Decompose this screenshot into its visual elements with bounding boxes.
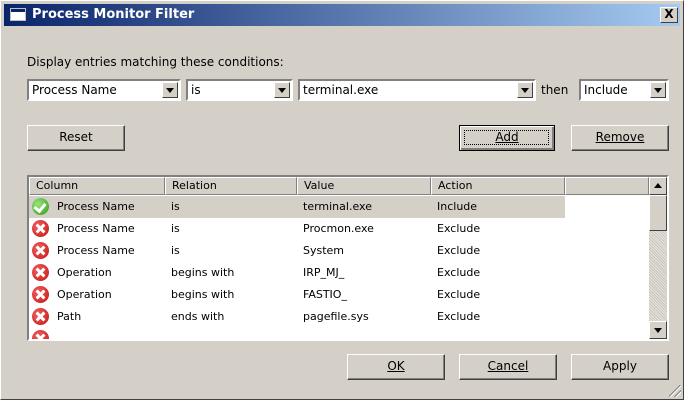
scroll-up-icon[interactable] <box>649 177 667 195</box>
window-icon <box>10 8 26 21</box>
cell-column: Process Name <box>57 244 135 257</box>
scroll-down-icon[interactable] <box>649 321 667 339</box>
cell-value: FASTIO_ <box>303 288 347 301</box>
vertical-scrollbar[interactable] <box>649 177 667 339</box>
table-row-partial[interactable] <box>29 328 565 339</box>
remove-button[interactable]: Remove <box>571 125 669 151</box>
title-bar[interactable]: Process Monitor Filter X <box>4 4 680 26</box>
column-dropdown-value: Process Name <box>32 83 117 97</box>
cell-value: pagefile.sys <box>303 310 369 323</box>
x-icon <box>32 330 49 339</box>
cell-action: Include <box>437 200 478 213</box>
cell-action: Exclude <box>437 266 481 279</box>
cell-column: Path <box>57 310 82 323</box>
reset-button[interactable]: Reset <box>27 125 125 151</box>
chevron-down-icon[interactable] <box>517 82 533 98</box>
cell-relation: is <box>171 222 180 235</box>
x-icon <box>32 308 49 325</box>
relation-dropdown-value: is <box>191 83 201 97</box>
x-icon <box>32 242 49 259</box>
table-row[interactable]: Operation begins with FASTIO_ Exclude <box>29 284 565 306</box>
action-dropdown[interactable]: Include <box>579 79 669 101</box>
x-icon <box>32 286 49 303</box>
chevron-down-icon[interactable] <box>650 82 666 98</box>
column-header-empty <box>565 177 649 195</box>
value-combobox-text[interactable]: terminal.exe <box>303 83 378 97</box>
column-header-column[interactable]: Column <box>29 177 165 195</box>
cell-relation: begins with <box>171 266 235 279</box>
cancel-button[interactable]: Cancel <box>459 354 557 380</box>
x-icon <box>32 264 49 281</box>
table-row[interactable]: Process Name is System Exclude <box>29 240 565 262</box>
instructions-label: Display entries matching these condition… <box>27 55 284 69</box>
table-row[interactable]: Operation begins with IRP_MJ_ Exclude <box>29 262 565 284</box>
column-dropdown[interactable]: Process Name <box>27 79 181 101</box>
column-header-action[interactable]: Action <box>431 177 565 195</box>
column-header-relation[interactable]: Relation <box>165 177 297 195</box>
relation-dropdown[interactable]: is <box>186 79 293 101</box>
cell-action: Exclude <box>437 244 481 257</box>
cancel-button-label: Cancel <box>487 359 529 373</box>
cell-relation: is <box>171 244 180 257</box>
cell-action: Exclude <box>437 222 481 235</box>
filter-dialog: Process Monitor Filter X Display entries… <box>0 0 684 400</box>
cell-relation: ends with <box>171 310 225 323</box>
resize-grip-icon[interactable] <box>669 385 681 397</box>
value-combobox[interactable]: terminal.exe <box>298 79 536 101</box>
cell-relation: begins with <box>171 288 235 301</box>
table-row[interactable]: Path ends with pagefile.sys Exclude <box>29 306 565 328</box>
cell-value: IRP_MJ_ <box>303 266 345 279</box>
close-button[interactable]: X <box>660 7 678 23</box>
window-title: Process Monitor Filter <box>32 7 195 22</box>
apply-button[interactable]: Apply <box>571 354 669 380</box>
cell-action: Exclude <box>437 310 481 323</box>
scroll-thumb[interactable] <box>649 195 667 231</box>
chevron-down-icon[interactable] <box>162 82 178 98</box>
cell-column: Process Name <box>57 200 135 213</box>
cell-column: Operation <box>57 288 112 301</box>
cell-action: Exclude <box>437 288 481 301</box>
table-row[interactable]: Process Name is Procmon.exe Exclude <box>29 218 565 240</box>
ok-button-label: OK <box>387 359 405 373</box>
check-icon <box>32 198 49 215</box>
cell-value: terminal.exe <box>303 200 372 213</box>
cell-value: Procmon.exe <box>303 222 374 235</box>
ok-button[interactable]: OK <box>347 354 445 380</box>
add-button[interactable]: Add <box>459 125 555 151</box>
column-header-value[interactable]: Value <box>297 177 431 195</box>
cell-value: System <box>303 244 345 257</box>
remove-button-label: Remove <box>595 130 645 144</box>
cell-column: Operation <box>57 266 112 279</box>
chevron-down-icon[interactable] <box>274 82 290 98</box>
focus-rect <box>464 130 549 145</box>
filter-list[interactable]: Column Relation Value Action Process Nam… <box>27 175 669 341</box>
cell-relation: is <box>171 200 180 213</box>
action-dropdown-value: Include <box>584 83 628 97</box>
cell-column: Process Name <box>57 222 135 235</box>
table-row[interactable]: Process Name is terminal.exe Include <box>29 196 565 218</box>
x-icon <box>32 220 49 237</box>
then-label: then <box>541 83 569 97</box>
